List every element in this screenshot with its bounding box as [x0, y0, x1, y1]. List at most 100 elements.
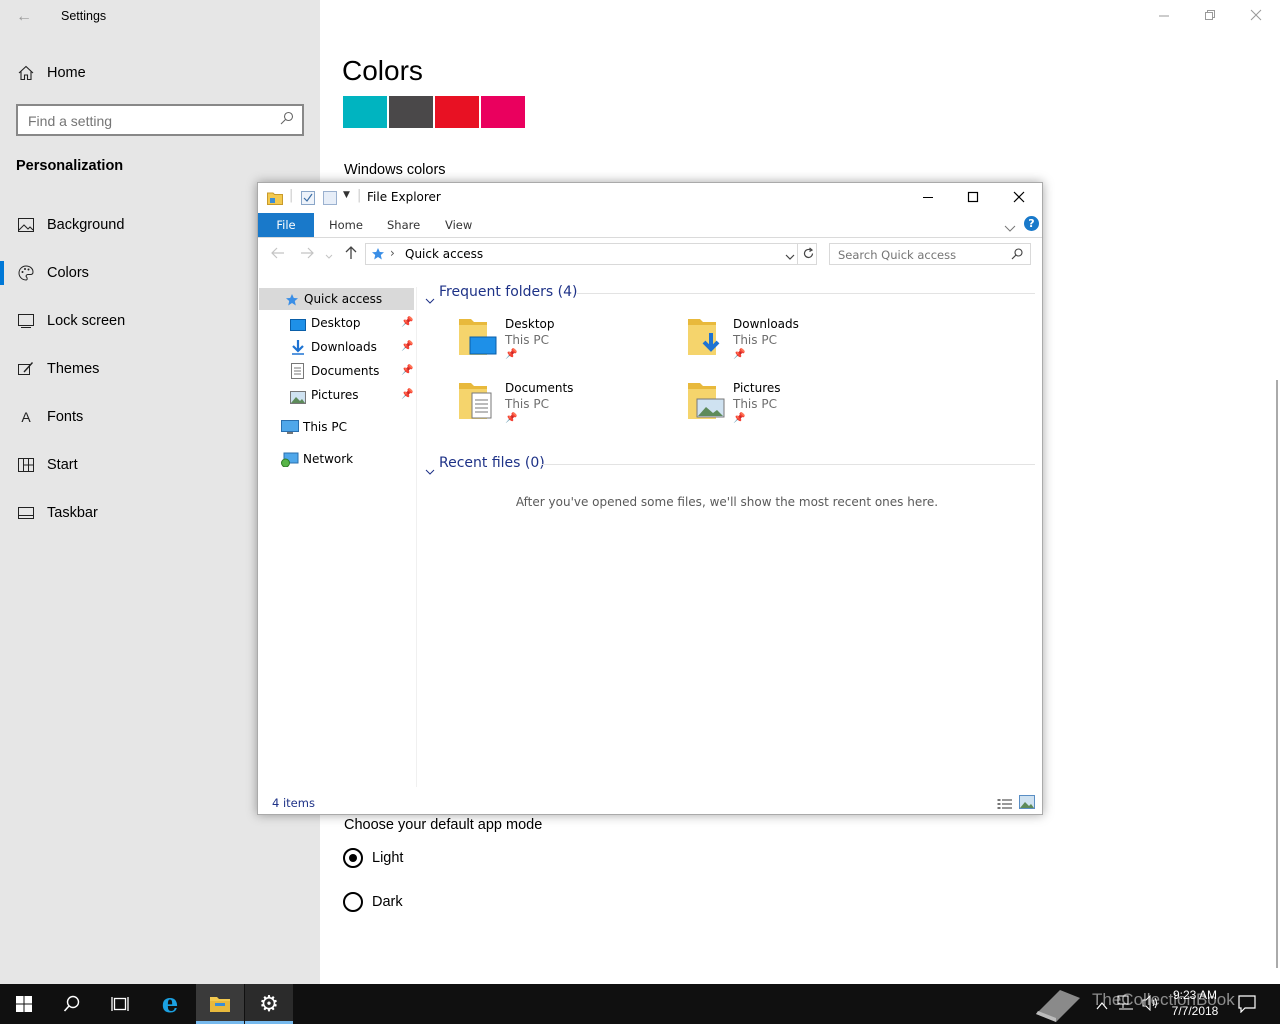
radio-circle[interactable] — [343, 848, 363, 868]
downloads-arrow-icon — [290, 339, 306, 362]
customize-toolbar-icon[interactable]: ▼ — [343, 190, 350, 200]
pin-icon[interactable]: 📌 — [505, 413, 517, 424]
tab-view[interactable]: View — [445, 213, 472, 237]
large-icons-view-icon[interactable] — [1019, 794, 1035, 813]
folder-tile-pictures[interactable]: Pictures This PC 📌 — [686, 379, 906, 435]
network-icon[interactable] — [1117, 995, 1135, 1016]
folder-name: Pictures — [733, 381, 781, 395]
radio-dark[interactable]: Dark — [343, 891, 403, 913]
color-swatch[interactable] — [481, 96, 525, 128]
details-view-icon[interactable] — [997, 795, 1013, 814]
radio-light[interactable]: Light — [343, 847, 403, 869]
explorer-search-input[interactable] — [836, 246, 1010, 264]
folder-location: This PC — [733, 333, 777, 347]
search-button[interactable] — [48, 984, 96, 1024]
show-hidden-icons-icon[interactable] — [1096, 998, 1108, 1016]
pin-icon[interactable]: 📌 — [733, 413, 745, 424]
forward-arrow-icon[interactable] — [299, 245, 315, 265]
properties-icon[interactable] — [301, 190, 315, 209]
nav-pictures[interactable]: Pictures 📌 — [258, 384, 414, 406]
settings-search-input[interactable] — [26, 110, 280, 132]
nav-network[interactable]: Network — [258, 448, 414, 470]
search-icon[interactable] — [280, 111, 294, 130]
radio-label: Dark — [372, 894, 403, 910]
address-dropdown-icon[interactable] — [785, 250, 795, 264]
restore-button[interactable] — [1204, 8, 1220, 24]
taskbar: e ⚙ TheCollectionBook 9:23 AM 7/7/2018 — [0, 984, 1280, 1024]
nav-desktop[interactable]: Desktop 📌 — [258, 312, 414, 334]
recent-files-header[interactable]: Recent files (0) — [439, 455, 545, 471]
document-icon — [291, 363, 304, 386]
search-icon[interactable] — [1011, 248, 1023, 263]
folder-name: Desktop — [505, 317, 555, 331]
color-swatch[interactable] — [389, 96, 433, 128]
breadcrumb-separator[interactable]: › — [390, 246, 395, 260]
sidebar-item-label: Lock screen — [47, 313, 126, 329]
chevron-down-icon[interactable] — [425, 461, 435, 480]
settings-search-box[interactable] — [16, 104, 304, 136]
clock-time: 9:23 AM — [1172, 988, 1218, 1002]
close-button[interactable] — [1012, 189, 1026, 208]
nav-this-pc[interactable]: This PC — [258, 416, 414, 438]
pin-icon[interactable]: 📌 — [401, 312, 413, 334]
maximize-button[interactable] — [966, 189, 980, 208]
internet-explorer-button[interactable]: e — [146, 984, 194, 1024]
back-arrow-icon[interactable]: ← — [16, 8, 32, 25]
task-view-button[interactable] — [96, 984, 144, 1024]
tab-share[interactable]: Share — [387, 213, 420, 237]
nav-downloads[interactable]: Downloads 📌 — [258, 336, 414, 358]
scrollbar-thumb[interactable] — [1276, 380, 1278, 968]
minimize-button[interactable] — [1158, 8, 1174, 24]
tab-file[interactable]: File — [258, 213, 314, 237]
frequent-folders-header[interactable]: Frequent folders (4) — [439, 284, 578, 300]
tab-home[interactable]: Home — [329, 213, 363, 237]
address-bar[interactable]: › Quick access — [365, 243, 817, 265]
folder-tile-desktop[interactable]: Desktop This PC 📌 — [457, 315, 677, 371]
page-title: Colors — [342, 55, 423, 86]
close-button[interactable] — [1250, 8, 1266, 24]
start-button[interactable] — [0, 984, 48, 1024]
desktop-folder-icon — [457, 315, 497, 357]
pin-icon[interactable]: 📌 — [401, 384, 413, 406]
folder-icon — [210, 997, 230, 1012]
chevron-down-icon[interactable] — [425, 290, 435, 309]
chevron-down-icon[interactable] — [1004, 218, 1016, 237]
color-swatch[interactable] — [435, 96, 479, 128]
action-center-icon[interactable] — [1238, 995, 1256, 1018]
folder-tile-downloads[interactable]: Downloads This PC 📌 — [686, 315, 906, 371]
sidebar-item-home[interactable]: Home — [0, 53, 320, 93]
nav-documents[interactable]: Documents 📌 — [258, 360, 414, 382]
nav-label: Pictures — [311, 388, 359, 402]
settings-taskbar-button[interactable]: ⚙ — [245, 984, 293, 1024]
refresh-icon[interactable] — [802, 247, 815, 263]
recent-locations-icon[interactable] — [324, 247, 334, 266]
up-arrow-icon[interactable] — [343, 245, 359, 265]
back-arrow-icon[interactable] — [270, 245, 286, 265]
address-text[interactable]: Quick access — [405, 247, 483, 261]
explorer-search-box[interactable] — [829, 243, 1031, 265]
folder-location: This PC — [505, 397, 549, 411]
radio-circle[interactable] — [343, 892, 363, 912]
task-view-icon — [111, 997, 129, 1011]
pin-icon[interactable]: 📌 — [401, 360, 413, 382]
pin-icon[interactable]: 📌 — [733, 349, 745, 360]
pin-icon[interactable]: 📌 — [505, 349, 517, 360]
folder-tile-documents[interactable]: Documents This PC 📌 — [457, 379, 677, 435]
file-explorer-taskbar-button[interactable] — [196, 984, 244, 1024]
minimize-button[interactable] — [921, 189, 935, 208]
pictures-folder-icon — [686, 379, 726, 421]
help-icon[interactable]: ? — [1024, 216, 1039, 231]
section-title: Personalization — [16, 158, 124, 174]
folder-name: Documents — [505, 381, 574, 395]
file-explorer-window[interactable]: | ▼ | File Explorer File Home Share View… — [257, 182, 1043, 815]
section-divider — [577, 293, 1035, 294]
nav-quick-access[interactable]: Quick access — [259, 288, 414, 310]
quick-access-star-icon — [371, 247, 385, 264]
clock[interactable]: 9:23 AM 7/7/2018 — [1164, 987, 1226, 1019]
explorer-titlebar[interactable]: | ▼ | File Explorer — [258, 183, 1042, 213]
pin-icon[interactable]: 📌 — [401, 336, 413, 358]
color-swatch[interactable] — [343, 96, 387, 128]
volume-icon[interactable] — [1142, 994, 1160, 1016]
new-folder-icon[interactable] — [323, 190, 337, 209]
nav-label: Desktop — [311, 316, 361, 330]
